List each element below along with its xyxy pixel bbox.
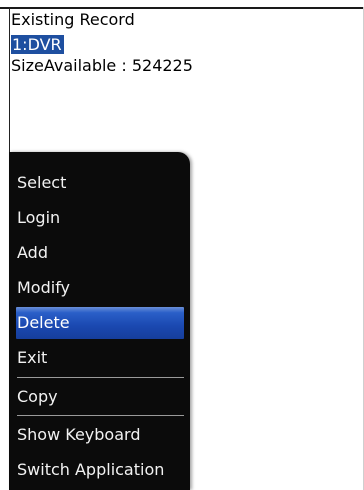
menu-item-show-keyboard[interactable]: Show Keyboard [9, 419, 190, 451]
menu-item-exit[interactable]: Exit [9, 342, 190, 374]
menu-item-login[interactable]: Login [9, 202, 190, 234]
menu-item-add[interactable]: Add [9, 237, 190, 269]
menu-item-copy[interactable]: Copy [9, 381, 190, 413]
menu-item-switch-application[interactable]: Switch Application [9, 454, 190, 486]
screen: Existing Record 1:DVR SizeAvailable : 52… [0, 0, 364, 490]
record-list-item[interactable]: 1:DVR [11, 35, 64, 54]
menu-item-delete[interactable]: Delete [16, 307, 184, 339]
menu-item-modify[interactable]: Modify [9, 272, 190, 304]
menu-separator [17, 415, 184, 416]
menu-separator [17, 377, 184, 378]
top-divider [0, 7, 364, 9]
menu-item-select[interactable]: Select [9, 167, 190, 199]
size-available-text: SizeAvailable : 524225 [11, 56, 193, 75]
page-title: Existing Record [11, 10, 135, 29]
context-menu: Select Login Add Modify Delete Exit Copy… [9, 152, 190, 490]
